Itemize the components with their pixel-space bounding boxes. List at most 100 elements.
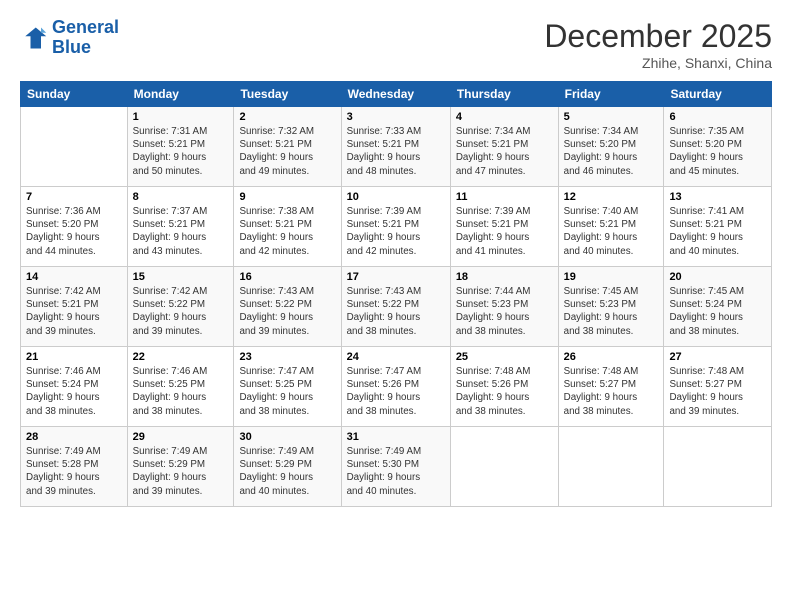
day-cell: 2Sunrise: 7:32 AM Sunset: 5:21 PM Daylig… [234, 107, 341, 187]
day-cell: 30 Sunrise: 7:49 AM Sunset: 5:29 PM Dayli… [234, 427, 341, 507]
day-info: Sunrise: 7:32 AM Sunset: 5:21 PM Dayligh… [239, 125, 335, 178]
header-cell-monday: Monday [127, 82, 234, 107]
logo-line1: General [52, 17, 119, 37]
day-cell: 5 Sunrise: 7:34 AM Sunset: 5:20 PM Daylig… [558, 107, 664, 187]
week-row-5: 28 Sunrise: 7:49 AM Sunset: 5:28 PM Dayli… [21, 427, 772, 507]
day-number: 29 [133, 431, 229, 443]
day-info: Sunrise: 7:49 AM Sunset: 5:29 PM Dayligh… [239, 445, 335, 498]
day-number: 19 [564, 271, 659, 283]
day-info: Sunrise: 7:41 AM Sunset: 5:21 PM Dayligh… [669, 205, 766, 258]
day-cell: 9Sunrise: 7:38 AM Sunset: 5:21 PM Daylig… [234, 187, 341, 267]
day-info: Sunrise: 7:48 AM Sunset: 5:26 PM Dayligh… [456, 365, 553, 418]
day-number: 22 [133, 351, 229, 363]
day-number: 28 [26, 431, 122, 443]
day-cell [558, 427, 664, 507]
day-number: 26 [564, 351, 659, 363]
day-cell: 16 Sunrise: 7:43 AM Sunset: 5:22 PM Dayli… [234, 267, 341, 347]
day-number: 9 [239, 191, 335, 203]
day-cell: 15Sunrise: 7:42 AM Sunset: 5:22 PM Dayli… [127, 267, 234, 347]
week-row-3: 14 Sunrise: 7:42 AM Sunset: 5:21 PM Dayli… [21, 267, 772, 347]
day-cell: 17Sunrise: 7:43 AM Sunset: 5:22 PM Dayli… [341, 267, 450, 347]
day-info: Sunrise: 7:42 AM Sunset: 5:21 PM Dayligh… [26, 285, 122, 338]
day-cell: 23 Sunrise: 7:47 AM Sunset: 5:25 PM Dayli… [234, 347, 341, 427]
day-cell: 29Sunrise: 7:49 AM Sunset: 5:29 PM Dayli… [127, 427, 234, 507]
day-cell: 6Sunrise: 7:35 AM Sunset: 5:20 PM Daylig… [664, 107, 772, 187]
day-cell: 26 Sunrise: 7:48 AM Sunset: 5:27 PM Dayli… [558, 347, 664, 427]
day-info: Sunrise: 7:48 AM Sunset: 5:27 PM Dayligh… [669, 365, 766, 418]
day-info: Sunrise: 7:49 AM Sunset: 5:28 PM Dayligh… [26, 445, 122, 498]
day-number: 3 [347, 111, 445, 123]
day-number: 14 [26, 271, 122, 283]
day-cell: 12Sunrise: 7:40 AM Sunset: 5:21 PM Dayli… [558, 187, 664, 267]
day-info: Sunrise: 7:34 AM Sunset: 5:21 PM Dayligh… [456, 125, 553, 178]
day-cell: 4Sunrise: 7:34 AM Sunset: 5:21 PM Daylig… [450, 107, 558, 187]
week-row-4: 21Sunrise: 7:46 AM Sunset: 5:24 PM Dayli… [21, 347, 772, 427]
header-cell-saturday: Saturday [664, 82, 772, 107]
day-info: Sunrise: 7:33 AM Sunset: 5:21 PM Dayligh… [347, 125, 445, 178]
day-cell: 7 Sunrise: 7:36 AM Sunset: 5:20 PM Daylig… [21, 187, 128, 267]
calendar-header-row: SundayMondayTuesdayWednesdayThursdayFrid… [21, 82, 772, 107]
day-cell: 14 Sunrise: 7:42 AM Sunset: 5:21 PM Dayli… [21, 267, 128, 347]
day-cell: 21Sunrise: 7:46 AM Sunset: 5:24 PM Dayli… [21, 347, 128, 427]
day-cell: 20Sunrise: 7:45 AM Sunset: 5:24 PM Dayli… [664, 267, 772, 347]
day-number: 21 [26, 351, 122, 363]
title-block: December 2025 Zhihe, Shanxi, China [544, 18, 772, 71]
day-cell: 11 Sunrise: 7:39 AM Sunset: 5:21 PM Dayli… [450, 187, 558, 267]
header-cell-friday: Friday [558, 82, 664, 107]
day-number: 18 [456, 271, 553, 283]
day-number: 15 [133, 271, 229, 283]
day-cell: 24 Sunrise: 7:47 AM Sunset: 5:26 PM Dayli… [341, 347, 450, 427]
header-cell-sunday: Sunday [21, 82, 128, 107]
day-info: Sunrise: 7:43 AM Sunset: 5:22 PM Dayligh… [239, 285, 335, 338]
week-row-2: 7 Sunrise: 7:36 AM Sunset: 5:20 PM Daylig… [21, 187, 772, 267]
day-cell [664, 427, 772, 507]
location: Zhihe, Shanxi, China [544, 55, 772, 71]
day-cell [21, 107, 128, 187]
day-cell: 19Sunrise: 7:45 AM Sunset: 5:23 PM Dayli… [558, 267, 664, 347]
day-cell [450, 427, 558, 507]
day-number: 17 [347, 271, 445, 283]
day-info: Sunrise: 7:36 AM Sunset: 5:20 PM Dayligh… [26, 205, 122, 258]
day-info: Sunrise: 7:45 AM Sunset: 5:24 PM Dayligh… [669, 285, 766, 338]
logo: General Blue [20, 18, 119, 58]
day-number: 31 [347, 431, 445, 443]
day-cell: 18 Sunrise: 7:44 AM Sunset: 5:23 PM Dayli… [450, 267, 558, 347]
day-info: Sunrise: 7:48 AM Sunset: 5:27 PM Dayligh… [564, 365, 659, 418]
day-number: 11 [456, 191, 553, 203]
day-info: Sunrise: 7:34 AM Sunset: 5:20 PM Dayligh… [564, 125, 659, 178]
day-cell: 3 Sunrise: 7:33 AM Sunset: 5:21 PM Daylig… [341, 107, 450, 187]
day-number: 10 [347, 191, 445, 203]
header-cell-tuesday: Tuesday [234, 82, 341, 107]
day-number: 24 [347, 351, 445, 363]
day-cell: 1Sunrise: 7:31 AM Sunset: 5:21 PM Daylig… [127, 107, 234, 187]
day-number: 5 [564, 111, 659, 123]
day-number: 12 [564, 191, 659, 203]
day-info: Sunrise: 7:47 AM Sunset: 5:26 PM Dayligh… [347, 365, 445, 418]
week-row-1: 1Sunrise: 7:31 AM Sunset: 5:21 PM Daylig… [21, 107, 772, 187]
day-info: Sunrise: 7:46 AM Sunset: 5:25 PM Dayligh… [133, 365, 229, 418]
day-info: Sunrise: 7:35 AM Sunset: 5:20 PM Dayligh… [669, 125, 766, 178]
day-info: Sunrise: 7:39 AM Sunset: 5:21 PM Dayligh… [347, 205, 445, 258]
day-cell: 25Sunrise: 7:48 AM Sunset: 5:26 PM Dayli… [450, 347, 558, 427]
day-cell: 22 Sunrise: 7:46 AM Sunset: 5:25 PM Dayli… [127, 347, 234, 427]
header-cell-wednesday: Wednesday [341, 82, 450, 107]
day-cell: 8 Sunrise: 7:37 AM Sunset: 5:21 PM Daylig… [127, 187, 234, 267]
month-title: December 2025 [544, 18, 772, 55]
calendar-table: SundayMondayTuesdayWednesdayThursdayFrid… [20, 81, 772, 507]
day-number: 8 [133, 191, 229, 203]
day-info: Sunrise: 7:44 AM Sunset: 5:23 PM Dayligh… [456, 285, 553, 338]
day-number: 7 [26, 191, 122, 203]
day-number: 16 [239, 271, 335, 283]
day-number: 30 [239, 431, 335, 443]
day-cell: 13Sunrise: 7:41 AM Sunset: 5:21 PM Dayli… [664, 187, 772, 267]
day-cell: 27 Sunrise: 7:48 AM Sunset: 5:27 PM Dayli… [664, 347, 772, 427]
day-info: Sunrise: 7:47 AM Sunset: 5:25 PM Dayligh… [239, 365, 335, 418]
day-number: 27 [669, 351, 766, 363]
day-number: 23 [239, 351, 335, 363]
logo-line2: Blue [52, 37, 91, 57]
day-cell: 31Sunrise: 7:49 AM Sunset: 5:30 PM Dayli… [341, 427, 450, 507]
day-info: Sunrise: 7:39 AM Sunset: 5:21 PM Dayligh… [456, 205, 553, 258]
day-cell: 28 Sunrise: 7:49 AM Sunset: 5:28 PM Dayli… [21, 427, 128, 507]
day-info: Sunrise: 7:37 AM Sunset: 5:21 PM Dayligh… [133, 205, 229, 258]
day-cell: 10 Sunrise: 7:39 AM Sunset: 5:21 PM Dayli… [341, 187, 450, 267]
